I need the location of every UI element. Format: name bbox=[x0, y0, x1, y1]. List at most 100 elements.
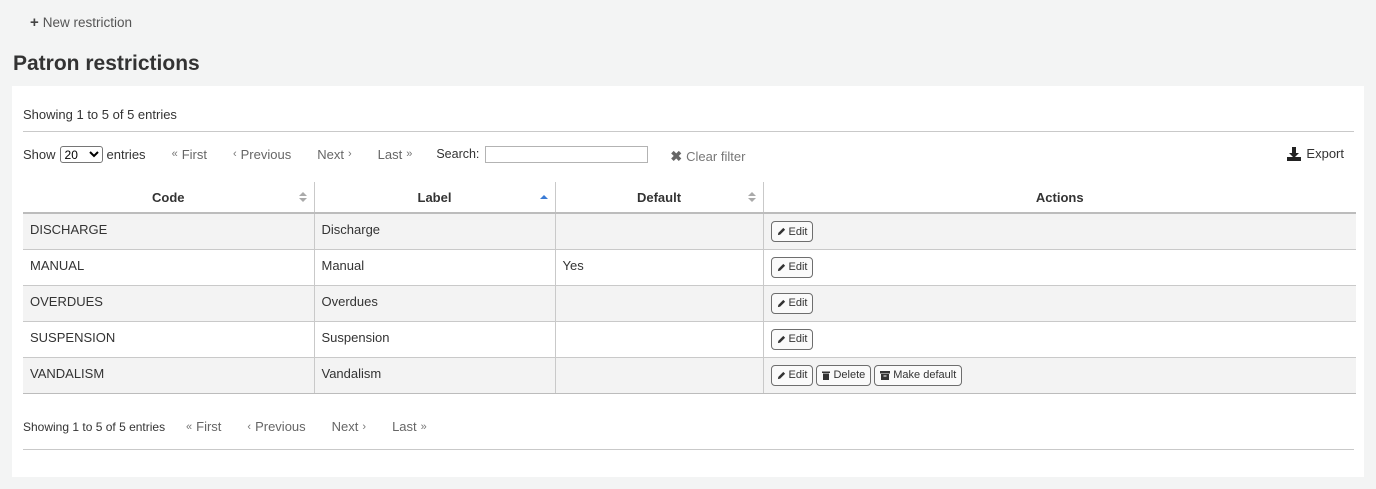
table-controls: Show 102050100 entries « First ‹ Previou… bbox=[23, 145, 745, 165]
pager-bottom: « First ‹ Previous Next › Last » bbox=[162, 419, 427, 434]
button-label: Edit bbox=[788, 297, 808, 309]
table-header-row: Code Label Default Actions bbox=[23, 182, 1356, 214]
pager-next-button[interactable]: Next › bbox=[317, 147, 351, 162]
toolbar: + New restriction bbox=[30, 13, 132, 31]
pager-last-label: Last bbox=[392, 419, 417, 434]
clear-filter-button[interactable]: ✖ Clear filter bbox=[670, 148, 745, 165]
cell-default bbox=[555, 321, 764, 358]
table-info-top: Showing 1 to 5 of 5 entries bbox=[23, 107, 177, 122]
cell-code: OVERDUES bbox=[23, 285, 315, 322]
edit-button[interactable]: Edit bbox=[770, 256, 814, 278]
archive-icon bbox=[880, 370, 891, 380]
edit-button[interactable]: Edit bbox=[770, 328, 814, 350]
column-header-code[interactable]: Code bbox=[23, 182, 315, 214]
cell-label: Overdues bbox=[314, 285, 556, 322]
page-title: Patron restrictions bbox=[13, 52, 200, 75]
pencil-icon bbox=[777, 371, 786, 380]
pager-last-button[interactable]: Last » bbox=[392, 419, 427, 434]
pager-first-button[interactable]: « First bbox=[172, 147, 207, 162]
button-label: Edit bbox=[788, 261, 808, 273]
restrictions-panel: Showing 1 to 5 of 5 entries Show 1020501… bbox=[12, 86, 1364, 477]
trash-icon bbox=[822, 371, 831, 380]
sort-ascending-icon bbox=[539, 192, 548, 204]
entries-label: entries bbox=[106, 146, 146, 162]
search-input[interactable] bbox=[485, 145, 649, 163]
cell-code: VANDALISM bbox=[23, 357, 315, 394]
table-row: SUSPENSION Suspension Edit bbox=[23, 321, 1356, 358]
cell-label: Discharge bbox=[314, 213, 556, 250]
pager-last-label: Last bbox=[377, 146, 403, 162]
pager-next-label: Next bbox=[331, 419, 359, 434]
cell-code: SUSPENSION bbox=[23, 321, 315, 358]
table-row: DISCHARGE Discharge Edit bbox=[23, 213, 1356, 250]
cell-label: Manual bbox=[314, 249, 556, 286]
column-header-default[interactable]: Default bbox=[555, 182, 764, 214]
pager-next-button[interactable]: Next › bbox=[332, 419, 366, 434]
pager-top: « First ‹ Previous Next › Last » bbox=[146, 147, 413, 162]
pencil-icon bbox=[777, 263, 786, 272]
button-label: Make default bbox=[893, 369, 957, 381]
page-size-select[interactable]: 102050100 bbox=[59, 145, 103, 163]
x-icon: ✖ bbox=[670, 147, 683, 164]
table-info-bottom: Showing 1 to 5 of 5 entries bbox=[23, 420, 166, 434]
cell-label: Vandalism bbox=[314, 357, 556, 394]
cell-actions: Edit Delete Make default bbox=[763, 357, 1356, 394]
clear-filter-label: Clear filter bbox=[686, 148, 746, 164]
plus-icon: + bbox=[30, 13, 39, 31]
table-row: OVERDUES Overdues Edit bbox=[23, 285, 1356, 322]
cell-default bbox=[555, 357, 764, 394]
column-header-label[interactable]: Label bbox=[314, 182, 556, 214]
pager-first-button[interactable]: « First bbox=[186, 419, 221, 434]
pager-previous-label: Previous bbox=[240, 146, 292, 162]
pager-last-button[interactable]: Last » bbox=[378, 147, 413, 162]
column-header-actions: Actions bbox=[763, 182, 1356, 214]
pager-first-label: First bbox=[196, 419, 222, 434]
pencil-icon bbox=[777, 299, 786, 308]
cell-actions: Edit bbox=[763, 321, 1356, 358]
double-chevron-left-icon: « bbox=[171, 148, 178, 160]
edit-button[interactable]: Edit bbox=[770, 292, 814, 314]
cell-default bbox=[555, 213, 764, 250]
double-chevron-right-icon: » bbox=[420, 420, 427, 433]
table-row: VANDALISM Vandalism Edit Delete Make default bbox=[23, 357, 1356, 394]
double-chevron-left-icon: « bbox=[186, 420, 193, 433]
edit-button[interactable]: Edit bbox=[770, 364, 814, 386]
button-label: Edit bbox=[788, 333, 808, 345]
edit-button[interactable]: Edit bbox=[770, 221, 814, 242]
cell-actions: Edit bbox=[763, 285, 1356, 322]
show-label: Show bbox=[23, 146, 56, 162]
download-icon bbox=[1287, 146, 1302, 161]
double-chevron-right-icon: » bbox=[406, 148, 413, 160]
pager-previous-button[interactable]: ‹ Previous bbox=[247, 419, 305, 434]
button-label: Edit bbox=[788, 369, 808, 381]
pager-previous-label: Previous bbox=[255, 419, 306, 434]
sort-icon bbox=[747, 192, 756, 204]
chevron-left-icon: ‹ bbox=[232, 148, 237, 160]
table-row: MANUAL Manual Yes Edit bbox=[23, 249, 1356, 286]
pencil-icon bbox=[777, 335, 786, 344]
pencil-icon bbox=[777, 227, 786, 236]
pager-next-label: Next bbox=[317, 146, 344, 162]
divider-bottom bbox=[23, 449, 1354, 450]
pager-previous-button[interactable]: ‹ Previous bbox=[233, 147, 291, 162]
button-label: Edit bbox=[788, 225, 808, 238]
make-default-button[interactable]: Make default bbox=[874, 364, 963, 386]
new-restriction-label: New restriction bbox=[42, 14, 133, 30]
cell-default bbox=[555, 285, 764, 322]
delete-button[interactable]: Delete bbox=[816, 364, 872, 386]
cell-code: MANUAL bbox=[23, 249, 315, 286]
cell-actions: Edit bbox=[763, 213, 1356, 250]
pager-first-label: First bbox=[181, 146, 207, 162]
search-label: Search: bbox=[436, 147, 480, 161]
sort-icon bbox=[298, 192, 307, 204]
export-button[interactable]: Export bbox=[1287, 146, 1344, 161]
new-restriction-button[interactable]: + New restriction bbox=[30, 15, 132, 30]
divider-top bbox=[23, 131, 1354, 132]
chevron-left-icon: ‹ bbox=[247, 420, 252, 433]
cell-actions: Edit bbox=[763, 249, 1356, 286]
chevron-right-icon: › bbox=[347, 148, 352, 160]
cell-code: DISCHARGE bbox=[23, 213, 315, 250]
button-label: Delete bbox=[833, 369, 866, 381]
cell-label: Suspension bbox=[314, 321, 556, 358]
chevron-right-icon: › bbox=[362, 420, 367, 433]
